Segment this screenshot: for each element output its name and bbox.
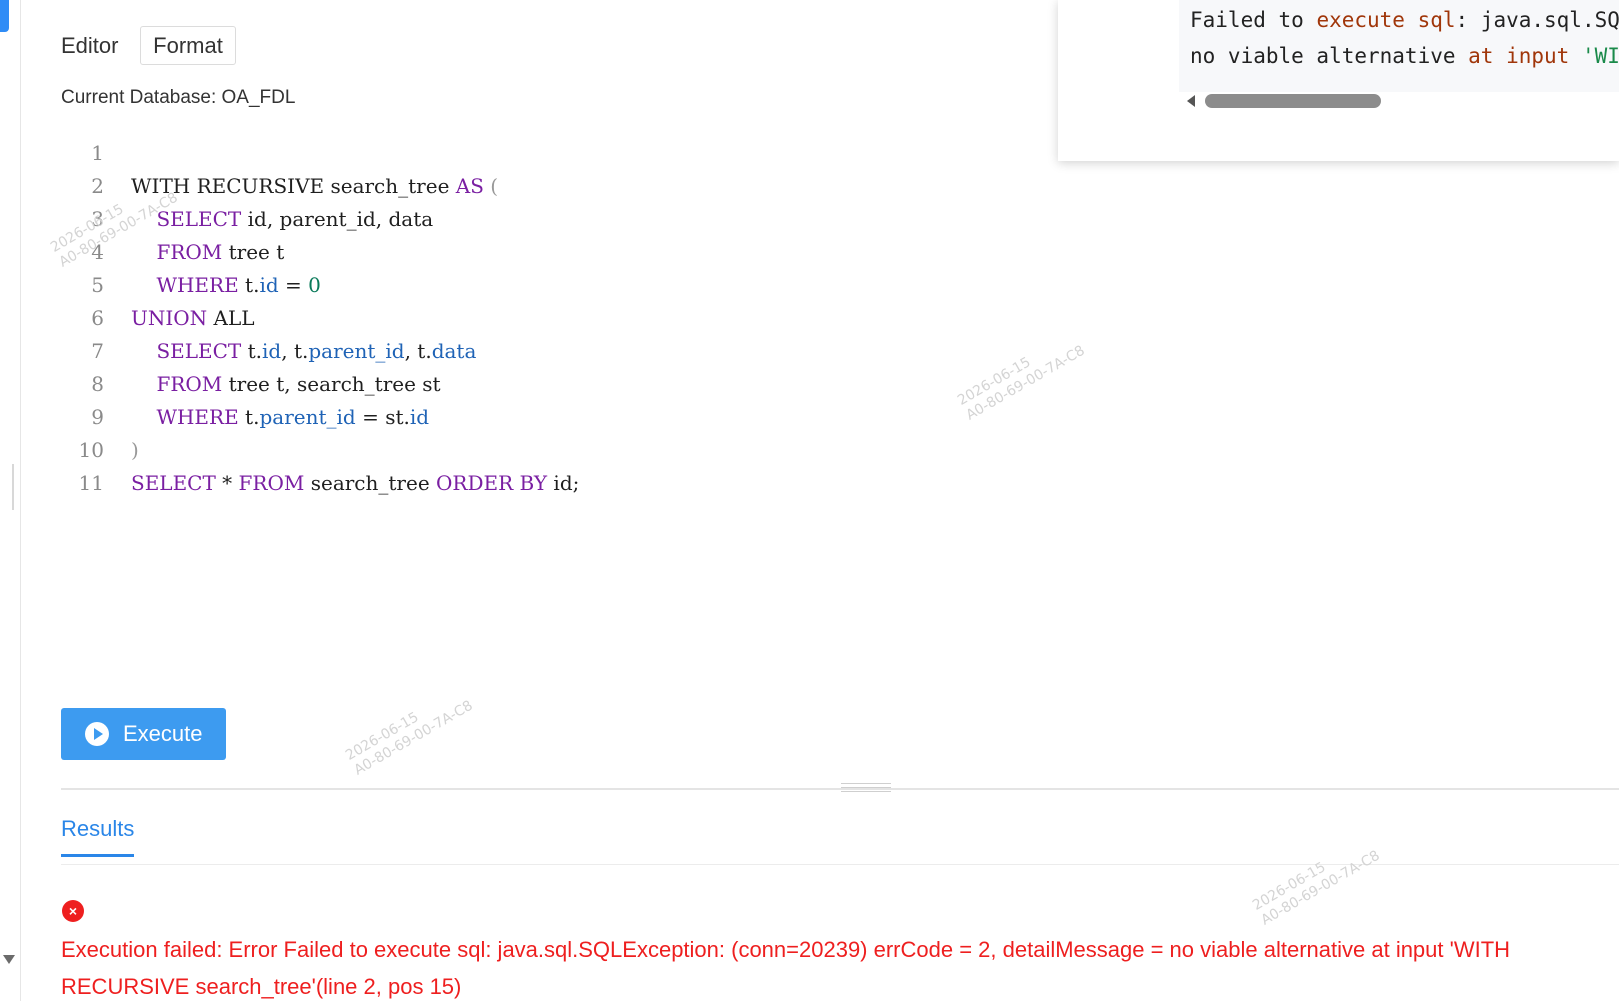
horizontal-scrollbar-thumb[interactable] [1205, 94, 1381, 108]
line-number: 1 [91, 141, 104, 165]
line-number: 2 [91, 174, 104, 198]
scroll-left-arrow-icon[interactable] [1187, 95, 1195, 107]
play-icon [85, 722, 109, 746]
tooltip-line: no viable alternative at input 'WI [1190, 44, 1619, 68]
splitter-grip-icon[interactable] [841, 783, 891, 793]
execute-button[interactable]: Execute [61, 708, 226, 760]
error-icon: × [62, 900, 84, 922]
execute-label: Execute [123, 721, 203, 746]
watermark: 2026-06-15 A0-80-69-00-7A-C8 [1250, 847, 1383, 929]
line-number: 9 [91, 405, 104, 429]
format-button[interactable]: Format [140, 26, 236, 65]
line-number: 11 [78, 471, 104, 495]
line-number: 6 [91, 306, 104, 330]
results-divider [61, 864, 1619, 865]
tab-editor[interactable]: Editor [61, 33, 118, 59]
line-number: 8 [91, 372, 104, 396]
current-database-label: Current Database: OA_FDL [61, 87, 296, 108]
line-number: 10 [78, 438, 104, 462]
tooltip-line: Failed to execute sql: java.sql.SQ [1190, 8, 1619, 32]
watermark: 2026-06-15 A0-80-69-00-7A-C8 [343, 697, 476, 779]
line-number: 7 [91, 339, 104, 363]
error-tooltip: Failed to execute sql: java.sql.SQ no vi… [1058, 0, 1619, 161]
resize-grip[interactable] [12, 464, 14, 510]
tab-results[interactable]: Results [61, 816, 135, 857]
panel-splitter[interactable] [61, 788, 1619, 790]
watermark: 2026-06-15 A0-80-69-00-7A-C8 [955, 342, 1088, 424]
error-message: Execution failed: Error Failed to execut… [61, 937, 1511, 999]
tooltip-code: Failed to execute sql: java.sql.SQ no vi… [1179, 0, 1619, 92]
active-panel-marker[interactable] [0, 0, 9, 32]
scroll-down-arrow-icon[interactable] [3, 955, 15, 964]
line-number: 5 [91, 273, 104, 297]
left-rail [0, 0, 21, 1001]
